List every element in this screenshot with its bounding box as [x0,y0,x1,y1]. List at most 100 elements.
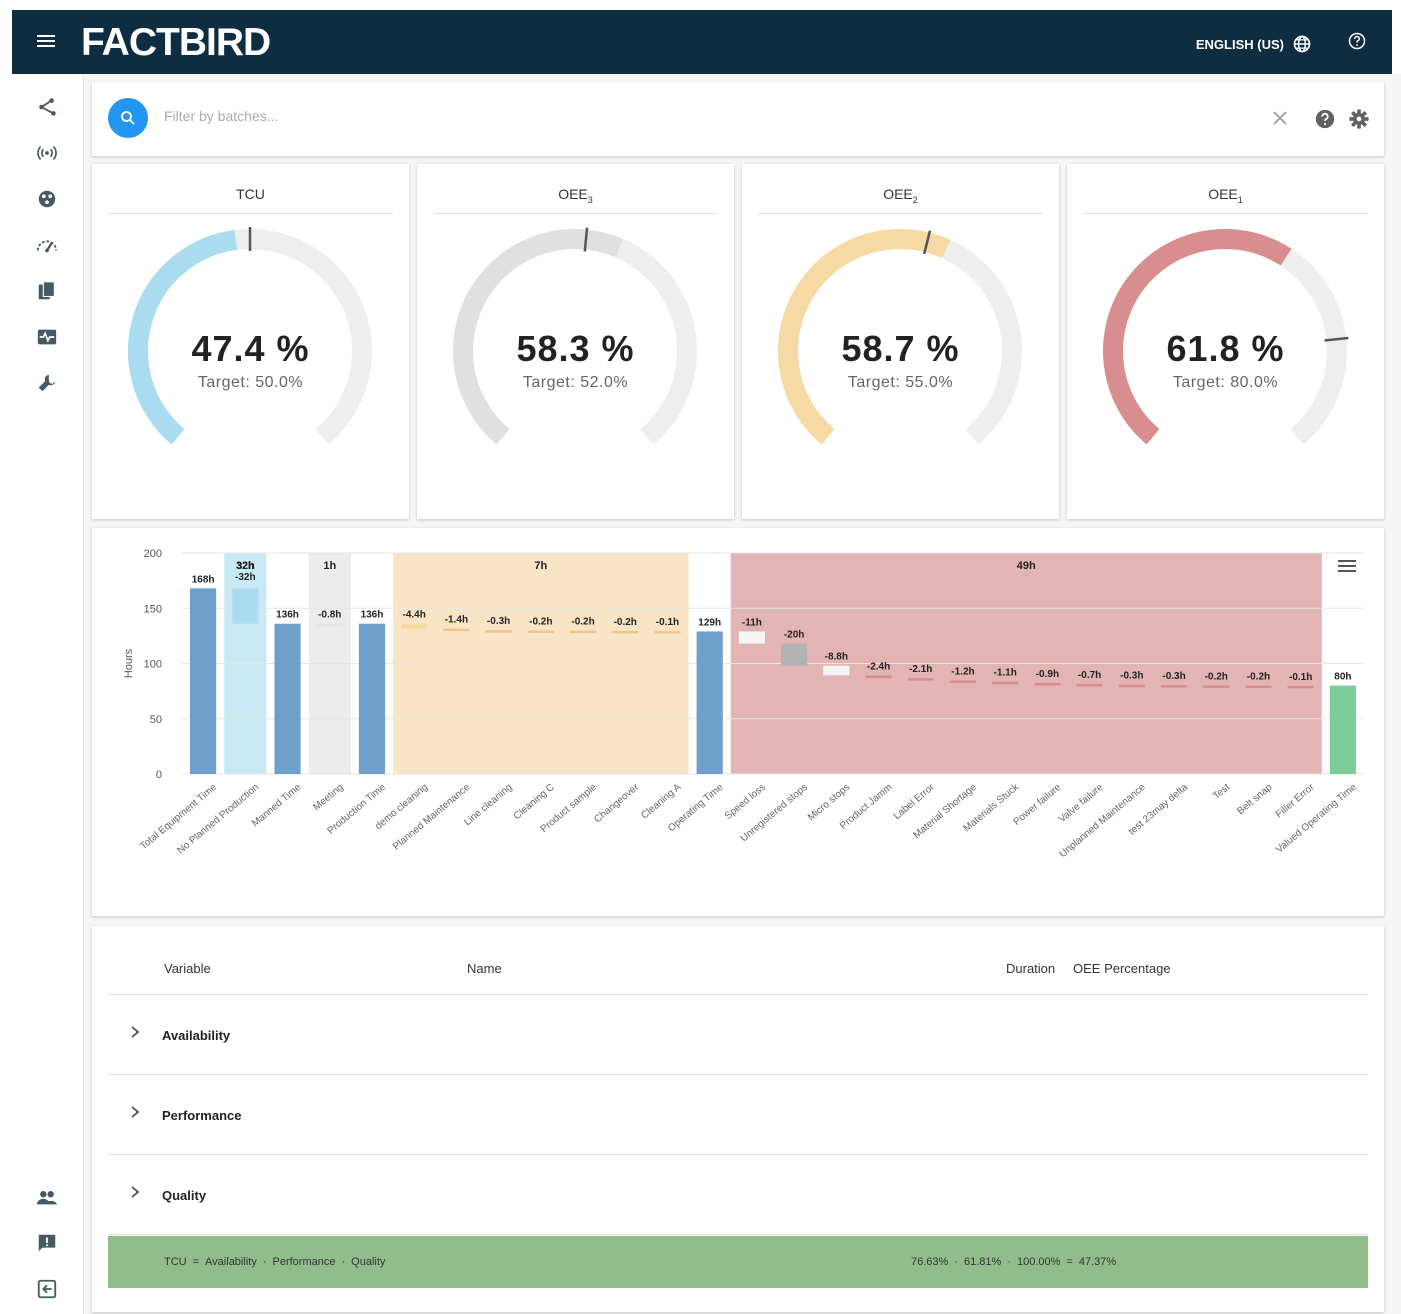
data-label: -0.9h [1036,669,1059,680]
hamburger-menu-icon[interactable] [37,32,55,52]
band-label: 1h [323,560,336,572]
batch-filter-bar [92,82,1384,156]
column-header-oee-percentage[interactable]: OEE Percentage [1073,961,1171,976]
formula-part: · [341,1256,346,1268]
help-icon[interactable] [1314,108,1336,130]
formula-part: = [1066,1256,1073,1268]
sensor-broadcast-icon[interactable] [36,142,58,164]
sidebar [12,74,84,1314]
bar [1118,684,1145,688]
formula-part: · [262,1256,267,1268]
tcu-summary-row: TCU = Availability · Performance · Quality 76.… [108,1236,1368,1288]
chevron-right-icon[interactable] [130,1105,140,1119]
formula-part: TCU [164,1256,187,1268]
data-label: -0.8h [318,610,341,621]
bar [401,623,428,629]
gauge-value: 61.8 % [1166,328,1285,369]
main-content: TCU 47.4 % Target: 50.0% OEE3 58.3 % Tar… [84,74,1401,1314]
data-label: -1.1h [994,668,1017,679]
network-icon[interactable] [36,96,58,118]
data-label: -1.4h [445,615,468,626]
help-circle-icon[interactable] [1348,32,1366,50]
data-label: -0.2h [1205,671,1228,682]
row-label: Quality [162,1188,207,1203]
data-label: -8.8h [825,652,848,663]
bar [316,623,343,627]
formula-part: · [954,1256,958,1268]
search-button[interactable] [108,98,148,138]
gauge-value: 47.4 % [191,328,310,369]
data-label: -0.3h [1162,671,1185,682]
bar [1034,682,1061,686]
settings-gear-icon[interactable] [1348,108,1370,130]
data-label: -0.2h [1247,672,1270,683]
logout-icon[interactable] [36,1278,58,1300]
band-label: 49h [1017,560,1036,572]
bar [612,630,639,634]
bar [865,675,892,679]
formula-part: 61.81% [963,1256,1002,1268]
column-header-name[interactable]: Name [467,961,502,976]
gauge-card-oee1: OEE1 61.8 % Target: 80.0% [1067,164,1384,519]
data-label: -0.1h [656,617,679,628]
data-label: -0.2h [571,617,594,628]
table-row-performance[interactable]: Performance [108,1075,1368,1155]
clear-icon[interactable] [1272,110,1288,126]
gauge-value: 58.7 % [841,328,960,369]
data-label: -32h [235,572,256,583]
gauge-target: Target: 55.0% [847,374,954,391]
language-selector[interactable]: ENGLISH (US) [1196,34,1312,54]
data-label: -0.7h [1078,670,1101,681]
gauge-title: OEE2 [758,186,1043,214]
bar [696,631,723,774]
bar [274,623,301,774]
x-tick-label: Changeover [592,781,641,825]
bar [823,665,850,676]
data-label: 32h [237,561,254,572]
formula-part: 100.00% [1016,1256,1061,1268]
bar [907,678,934,681]
column-header-duration[interactable]: Duration [1006,961,1055,976]
data-label: -0.3h [1120,671,1143,682]
gauge-card-oee3: OEE3 58.3 % Target: 52.0% [417,164,734,519]
table-row-availability[interactable]: Availability [108,995,1368,1075]
chevron-right-icon[interactable] [130,1025,140,1039]
documents-icon[interactable] [36,280,58,302]
data-label: -11h [742,617,762,628]
y-tick-label: 100 [144,659,162,671]
bar [232,588,259,624]
waterfall-chart-card: 32h 1h 7h 49h 0 50 100 150 200 Hours 168h 32h -32h 13… [92,528,1384,916]
wrench-icon[interactable] [36,372,58,394]
table-row-quality[interactable]: Quality [108,1155,1368,1235]
x-tick-label: Test [1211,782,1232,802]
film-reel-icon[interactable] [36,188,58,210]
formula-part: 76.63% [911,1256,949,1268]
data-label: 80h [1334,672,1351,683]
gauge-title: OEE3 [433,186,718,214]
batch-search-input[interactable] [164,108,1064,124]
bar [738,631,765,644]
speedometer-icon[interactable] [36,234,58,256]
waterfall-chart: 32h 1h 7h 49h050100150200Hours168h32h-32h13… [123,548,1364,860]
bar [1329,685,1356,774]
bar [358,623,386,774]
users-icon[interactable] [36,1186,58,1208]
chevron-right-icon[interactable] [130,1185,140,1199]
row-label: Performance [162,1108,242,1123]
activity-monitor-icon[interactable] [36,326,58,348]
formula-part: Performance [272,1256,336,1268]
gauge-card-oee2: OEE2 58.7 % Target: 55.0% [742,164,1059,519]
feedback-icon[interactable] [36,1232,58,1254]
tcu-formula-values: 76.63% · 61.81% · 100.00% = 47.37% [911,1256,1116,1268]
formula-part: · [1007,1256,1011,1268]
data-label: 168h [192,574,215,585]
x-tick-label: Filler Error [1274,781,1317,820]
data-label: -0.2h [529,616,552,627]
bar [443,628,470,632]
gauge-title: TCU [108,186,393,214]
column-header-variable[interactable]: Variable [164,961,211,976]
data-label: -1.2h [951,666,974,677]
chart-menu-button[interactable] [1338,558,1356,574]
formula-part: 47.37% [1078,1256,1117,1268]
formula-part: Availability [205,1256,257,1268]
